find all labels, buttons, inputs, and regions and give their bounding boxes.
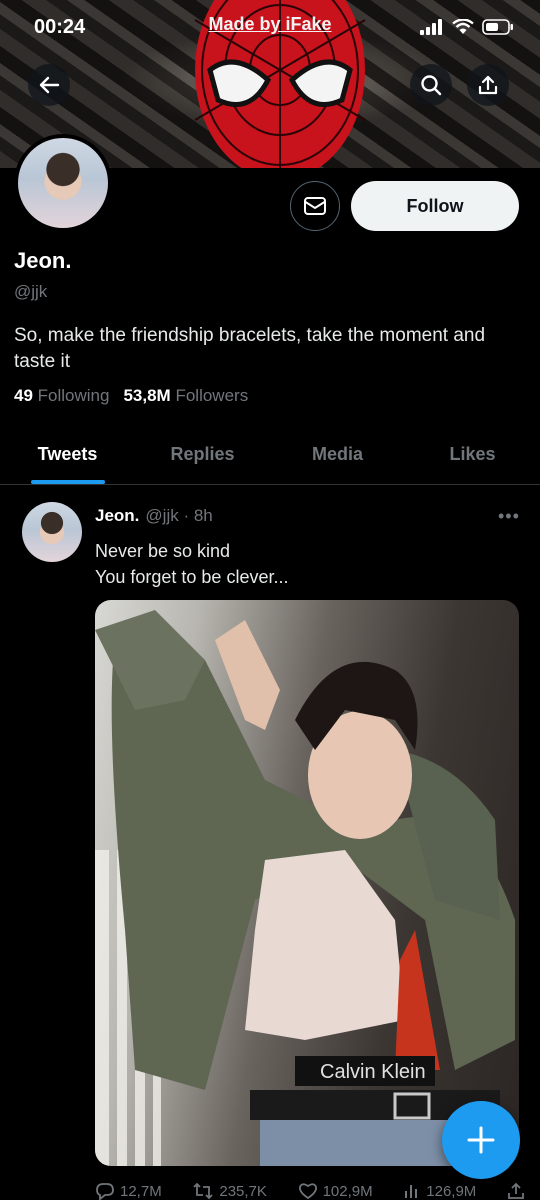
- share-action[interactable]: [507, 1182, 525, 1200]
- profile-bio: So, make the friendship bracelets, take …: [14, 325, 486, 372]
- followers-link[interactable]: 53,8M Followers: [123, 386, 248, 406]
- tweet-share-icon: [508, 1182, 524, 1199]
- retweet-action[interactable]: 235,7K: [192, 1182, 267, 1200]
- tweet-photo: Calvin Klein: [95, 610, 516, 1166]
- tweet-meta: @jjk · 8h: [145, 506, 213, 525]
- profile-name: Jeon.: [14, 248, 72, 273]
- tweet[interactable]: Jeon. @jjk · 8h ••• Never be so kind You…: [0, 486, 540, 1200]
- watermark: Made by iFake: [208, 14, 332, 34]
- profile-tabs: Tweets Replies Media Likes: [0, 425, 540, 485]
- compose-icon: [467, 1126, 495, 1154]
- views-icon: [405, 1185, 418, 1198]
- following-label: Following: [37, 386, 110, 405]
- more-icon[interactable]: •••: [498, 506, 520, 527]
- views-action[interactable]: 126,9M: [403, 1182, 476, 1200]
- reply-count: 12,7M: [120, 1182, 162, 1200]
- back-arrow-icon: [39, 76, 60, 94]
- tab-media[interactable]: Media: [270, 425, 405, 484]
- tweet-text-line-2: You forget to be clever...: [95, 567, 289, 587]
- following-count: 49: [14, 386, 33, 405]
- reply-icon: [96, 1183, 114, 1200]
- followers-count: 53,8M: [123, 386, 171, 405]
- tweet-author-name[interactable]: Jeon.: [95, 506, 139, 526]
- message-button[interactable]: [290, 181, 340, 231]
- search-icon: [421, 75, 442, 96]
- back-button[interactable]: [28, 64, 70, 106]
- tab-likes[interactable]: Likes: [405, 425, 540, 484]
- profile-handle: @jjk: [14, 282, 48, 301]
- compose-button[interactable]: [442, 1101, 520, 1179]
- retweet-count: 235,7K: [219, 1182, 267, 1200]
- tweet-text-line-1: Never be so kind: [95, 541, 231, 561]
- profile-stats: 49 Following 53,8M Followers: [14, 386, 248, 406]
- tab-tweets[interactable]: Tweets: [0, 425, 135, 484]
- tweet-media-image[interactable]: Calvin Klein: [95, 600, 519, 1166]
- views-count: 126,9M: [426, 1182, 477, 1200]
- share-icon: [478, 75, 498, 95]
- like-action[interactable]: 102,9M: [298, 1182, 373, 1200]
- tweet-header: Jeon. @jjk · 8h: [95, 506, 213, 526]
- share-button[interactable]: [467, 64, 509, 106]
- tweet-actions: 12,7M 235,7K 102,9M 126,9M: [95, 1182, 525, 1200]
- following-link[interactable]: 49 Following: [14, 386, 109, 406]
- mail-icon: [304, 197, 326, 215]
- follow-button[interactable]: Follow: [351, 181, 519, 231]
- tweet-avatar[interactable]: [22, 502, 82, 562]
- tab-replies[interactable]: Replies: [135, 425, 270, 484]
- profile-avatar[interactable]: [14, 134, 112, 232]
- svg-text:Calvin Klein: Calvin Klein: [320, 1061, 426, 1083]
- like-count: 102,9M: [322, 1182, 373, 1200]
- search-button[interactable]: [410, 64, 452, 106]
- like-icon: [298, 1183, 317, 1200]
- followers-label: Followers: [175, 386, 249, 405]
- tweet-text: Never be so kind You forget to be clever…: [95, 538, 288, 590]
- retweet-icon: [193, 1182, 213, 1200]
- reply-action[interactable]: 12,7M: [95, 1182, 162, 1200]
